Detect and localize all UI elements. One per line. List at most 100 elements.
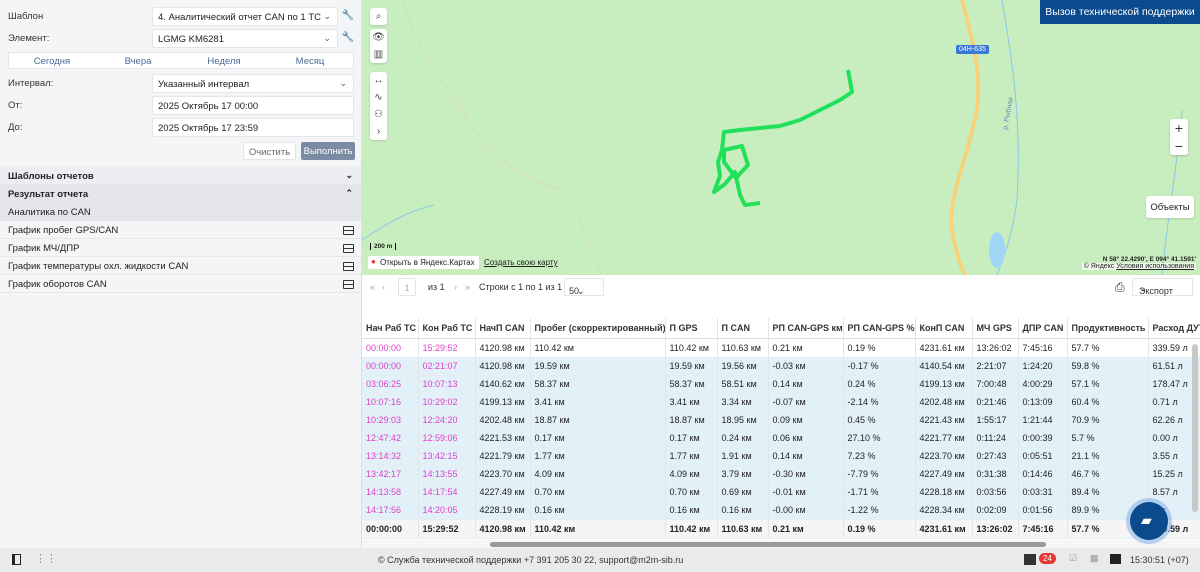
to-input[interactable]: 2025 Октябрь 17 23:59 — [152, 118, 354, 137]
column-header[interactable]: Расход ДУТ — [1148, 318, 1200, 339]
table-row[interactable]: 00:00:00 02:21:07 4120.98 км 19.59 км 19.59 … — [362, 357, 1200, 376]
table-cell: 0.70 км — [530, 483, 666, 502]
template-value: 4. Аналитический отчет CAN по 1 ТС — [158, 12, 322, 23]
table-row[interactable]: 10:29:03 12:24:20 4202.48 км 18.87 км 18.87 … — [362, 411, 1200, 430]
table-cell: 0:03:56 — [972, 483, 1019, 502]
result-item-gps-can-chart[interactable]: График пробег GPS/CAN — [0, 221, 361, 239]
support-info: © Служба технической поддержки +7 391 20… — [378, 555, 684, 565]
terms-link[interactable]: Условия использования — [1116, 263, 1194, 270]
table-row[interactable]: 03:06:25 10:07:13 4140.62 км 58.37 км 58.37 … — [362, 375, 1200, 394]
column-header[interactable]: Продуктивность — [1067, 318, 1149, 339]
panel-toggle-icon[interactable] — [12, 554, 21, 565]
interval-select[interactable]: Указанный интервал ⌄ — [152, 74, 354, 93]
result-item-rpm-chart[interactable]: График оборотов CAN — [0, 275, 361, 293]
table-cell: 13:26:02 — [972, 338, 1019, 358]
horizontal-scrollbar[interactable] — [490, 542, 1046, 547]
first-page-button[interactable]: « — [370, 282, 375, 292]
export-button[interactable]: Экспорт ⌄ — [1132, 278, 1193, 296]
table-cell: 0.69 км — [717, 483, 769, 502]
result-item-mh-dpr-chart[interactable]: График МЧ/ДПР — [0, 239, 361, 257]
book-icon[interactable] — [1110, 554, 1121, 564]
column-header[interactable]: МЧ GPS — [972, 318, 1019, 339]
template-select[interactable]: 4. Аналитический отчет CAN по 1 ТС ⌄ — [152, 7, 338, 26]
notification-badge[interactable]: 24 — [1039, 553, 1056, 564]
table-row[interactable]: 10:07:16 10:29:02 4199.13 км 3.41 км 3.41 км… — [362, 393, 1200, 412]
last-page-button[interactable]: » — [465, 282, 470, 292]
table-cell: 0.19 % — [843, 338, 916, 358]
chat-button[interactable]: ▰ — [1130, 502, 1168, 540]
objects-button[interactable]: Объекты — [1146, 196, 1194, 218]
table-icon[interactable] — [343, 262, 354, 271]
tools-icon[interactable]: ☑ — [1069, 553, 1077, 564]
summary-row[interactable]: 00:00:00 15:29:52 4120.98 км 110.42 км 110.4… — [362, 338, 1200, 358]
map-icon[interactable]: ▥ — [370, 46, 387, 63]
table-row[interactable]: 13:42:17 14:13:55 4223.70 км 4.09 км 4.09 км… — [362, 465, 1200, 484]
column-header[interactable]: КонП CAN — [915, 318, 973, 339]
map-search-control[interactable]: ⌕ — [370, 8, 387, 25]
wrench-icon[interactable]: 🔧 — [342, 10, 354, 21]
table-cell: 13:42:17 — [362, 465, 419, 484]
column-header[interactable]: Кон Раб ТС — [418, 318, 476, 339]
table-cell: 1.77 км — [530, 447, 666, 466]
open-yandex-button[interactable]: ● Открыть в Яндекс.Картах — [368, 256, 479, 269]
table-cell: 21.1 % — [1067, 447, 1149, 466]
zoom-out-button[interactable]: − — [1170, 137, 1188, 155]
table-icon[interactable] — [343, 244, 354, 253]
result-item-coolant-chart[interactable]: График температуры охл. жидкости CAN — [0, 257, 361, 275]
lake — [989, 232, 1005, 268]
prev-page-button[interactable]: ‹ — [382, 282, 385, 292]
ruler-icon[interactable]: ↔ — [370, 72, 387, 89]
period-month[interactable]: Месяц — [267, 53, 353, 68]
map[interactable]: ⌕ 👁 ▥ ↔ ∿ ⚇ › 04Н-635 р. Рыбная Вызов технич… — [362, 0, 1200, 275]
column-header[interactable]: НачП CAN — [475, 318, 531, 339]
column-header[interactable]: П CAN — [717, 318, 769, 339]
support-call-button[interactable]: Вызов технической поддержки — [1040, 0, 1200, 24]
column-header[interactable]: Нач Раб ТС — [362, 318, 419, 339]
element-select[interactable]: LGMG KM6281 ⌄ — [152, 29, 338, 48]
table-icon[interactable] — [343, 280, 354, 289]
next-page-button[interactable]: › — [454, 282, 457, 292]
page-input[interactable]: 1 — [398, 278, 416, 296]
result-section[interactable]: Результат отчета ⌃ — [0, 185, 361, 203]
pagination-bar: « ‹ 1 из 1 › » Строки с 1 по 1 из 1 50 ⌄… — [362, 275, 1200, 300]
chevron-right-icon[interactable]: › — [370, 123, 387, 140]
create-map-link[interactable]: Создать свою карту — [484, 258, 558, 267]
table-cell: 3.41 км — [665, 393, 718, 412]
eye-icon[interactable]: 👁 — [370, 29, 387, 46]
search-icon[interactable]: ⌕ — [370, 8, 387, 25]
vertical-scrollbar[interactable] — [1192, 344, 1198, 512]
run-button[interactable]: Выполнить — [301, 142, 355, 160]
table-row[interactable]: 13:14:32 13:42:15 4221.79 км 1.77 км 1.77 км… — [362, 447, 1200, 466]
table-cell: 1.91 км — [717, 447, 769, 466]
table-cell: 110.63 км — [717, 519, 769, 539]
table-row[interactable]: 14:17:56 14:20:05 4228.19 км 0.16 км 0.16 км… — [362, 501, 1200, 520]
image-icon[interactable]: ▩ — [1090, 553, 1099, 564]
column-header[interactable]: ДПР CAN — [1018, 318, 1068, 339]
table-row[interactable]: 14:13:58 14:17:54 4227.49 км 0.70 км 0.70 км… — [362, 483, 1200, 502]
table-row[interactable]: 12:47:42 12:59:06 4221.53 км 0.17 км 0.17 км… — [362, 429, 1200, 448]
table-cell: 10:29:03 — [362, 411, 419, 430]
table-icon[interactable] — [343, 226, 354, 235]
period-today[interactable]: Сегодня — [9, 53, 95, 68]
clear-button[interactable]: Очистить — [243, 142, 296, 160]
page-size-select[interactable]: 50 ⌄ — [564, 278, 604, 296]
column-header[interactable]: Пробег (скорректированный) — [530, 318, 666, 339]
group-icon[interactable]: ⚇ — [370, 106, 387, 123]
totals-row[interactable]: 00:00:00 15:29:52 4120.98 км 110.42 км 110.4… — [362, 519, 1200, 539]
period-yesterday[interactable]: Вчера — [95, 53, 181, 68]
column-header[interactable]: РП CAN-GPS % — [843, 318, 916, 339]
print-icon[interactable]: ⎙ — [1115, 280, 1125, 295]
result-item-analytics[interactable]: Аналитика по CAN — [0, 203, 361, 221]
grid-icon[interactable]: ⋮⋮ — [35, 552, 57, 565]
column-header[interactable]: П GPS — [665, 318, 718, 339]
templates-section[interactable]: Шаблоны отчетов ⌄ — [0, 167, 361, 185]
wrench-icon[interactable]: 🔧 — [342, 32, 354, 43]
zoom-in-button[interactable]: + — [1170, 119, 1188, 137]
route-icon[interactable]: ∿ — [370, 89, 387, 106]
report-table: Нач Раб ТС Кон Раб ТС НачП CAN Пробег (скор… — [362, 318, 1200, 540]
from-input[interactable]: 2025 Октябрь 17 00:00 — [152, 96, 354, 115]
column-header[interactable]: РП CAN-GPS км — [768, 318, 844, 339]
map-pin-icon: ● — [371, 257, 376, 266]
messages-icon[interactable] — [1024, 554, 1036, 565]
period-week[interactable]: Неделя — [181, 53, 267, 68]
